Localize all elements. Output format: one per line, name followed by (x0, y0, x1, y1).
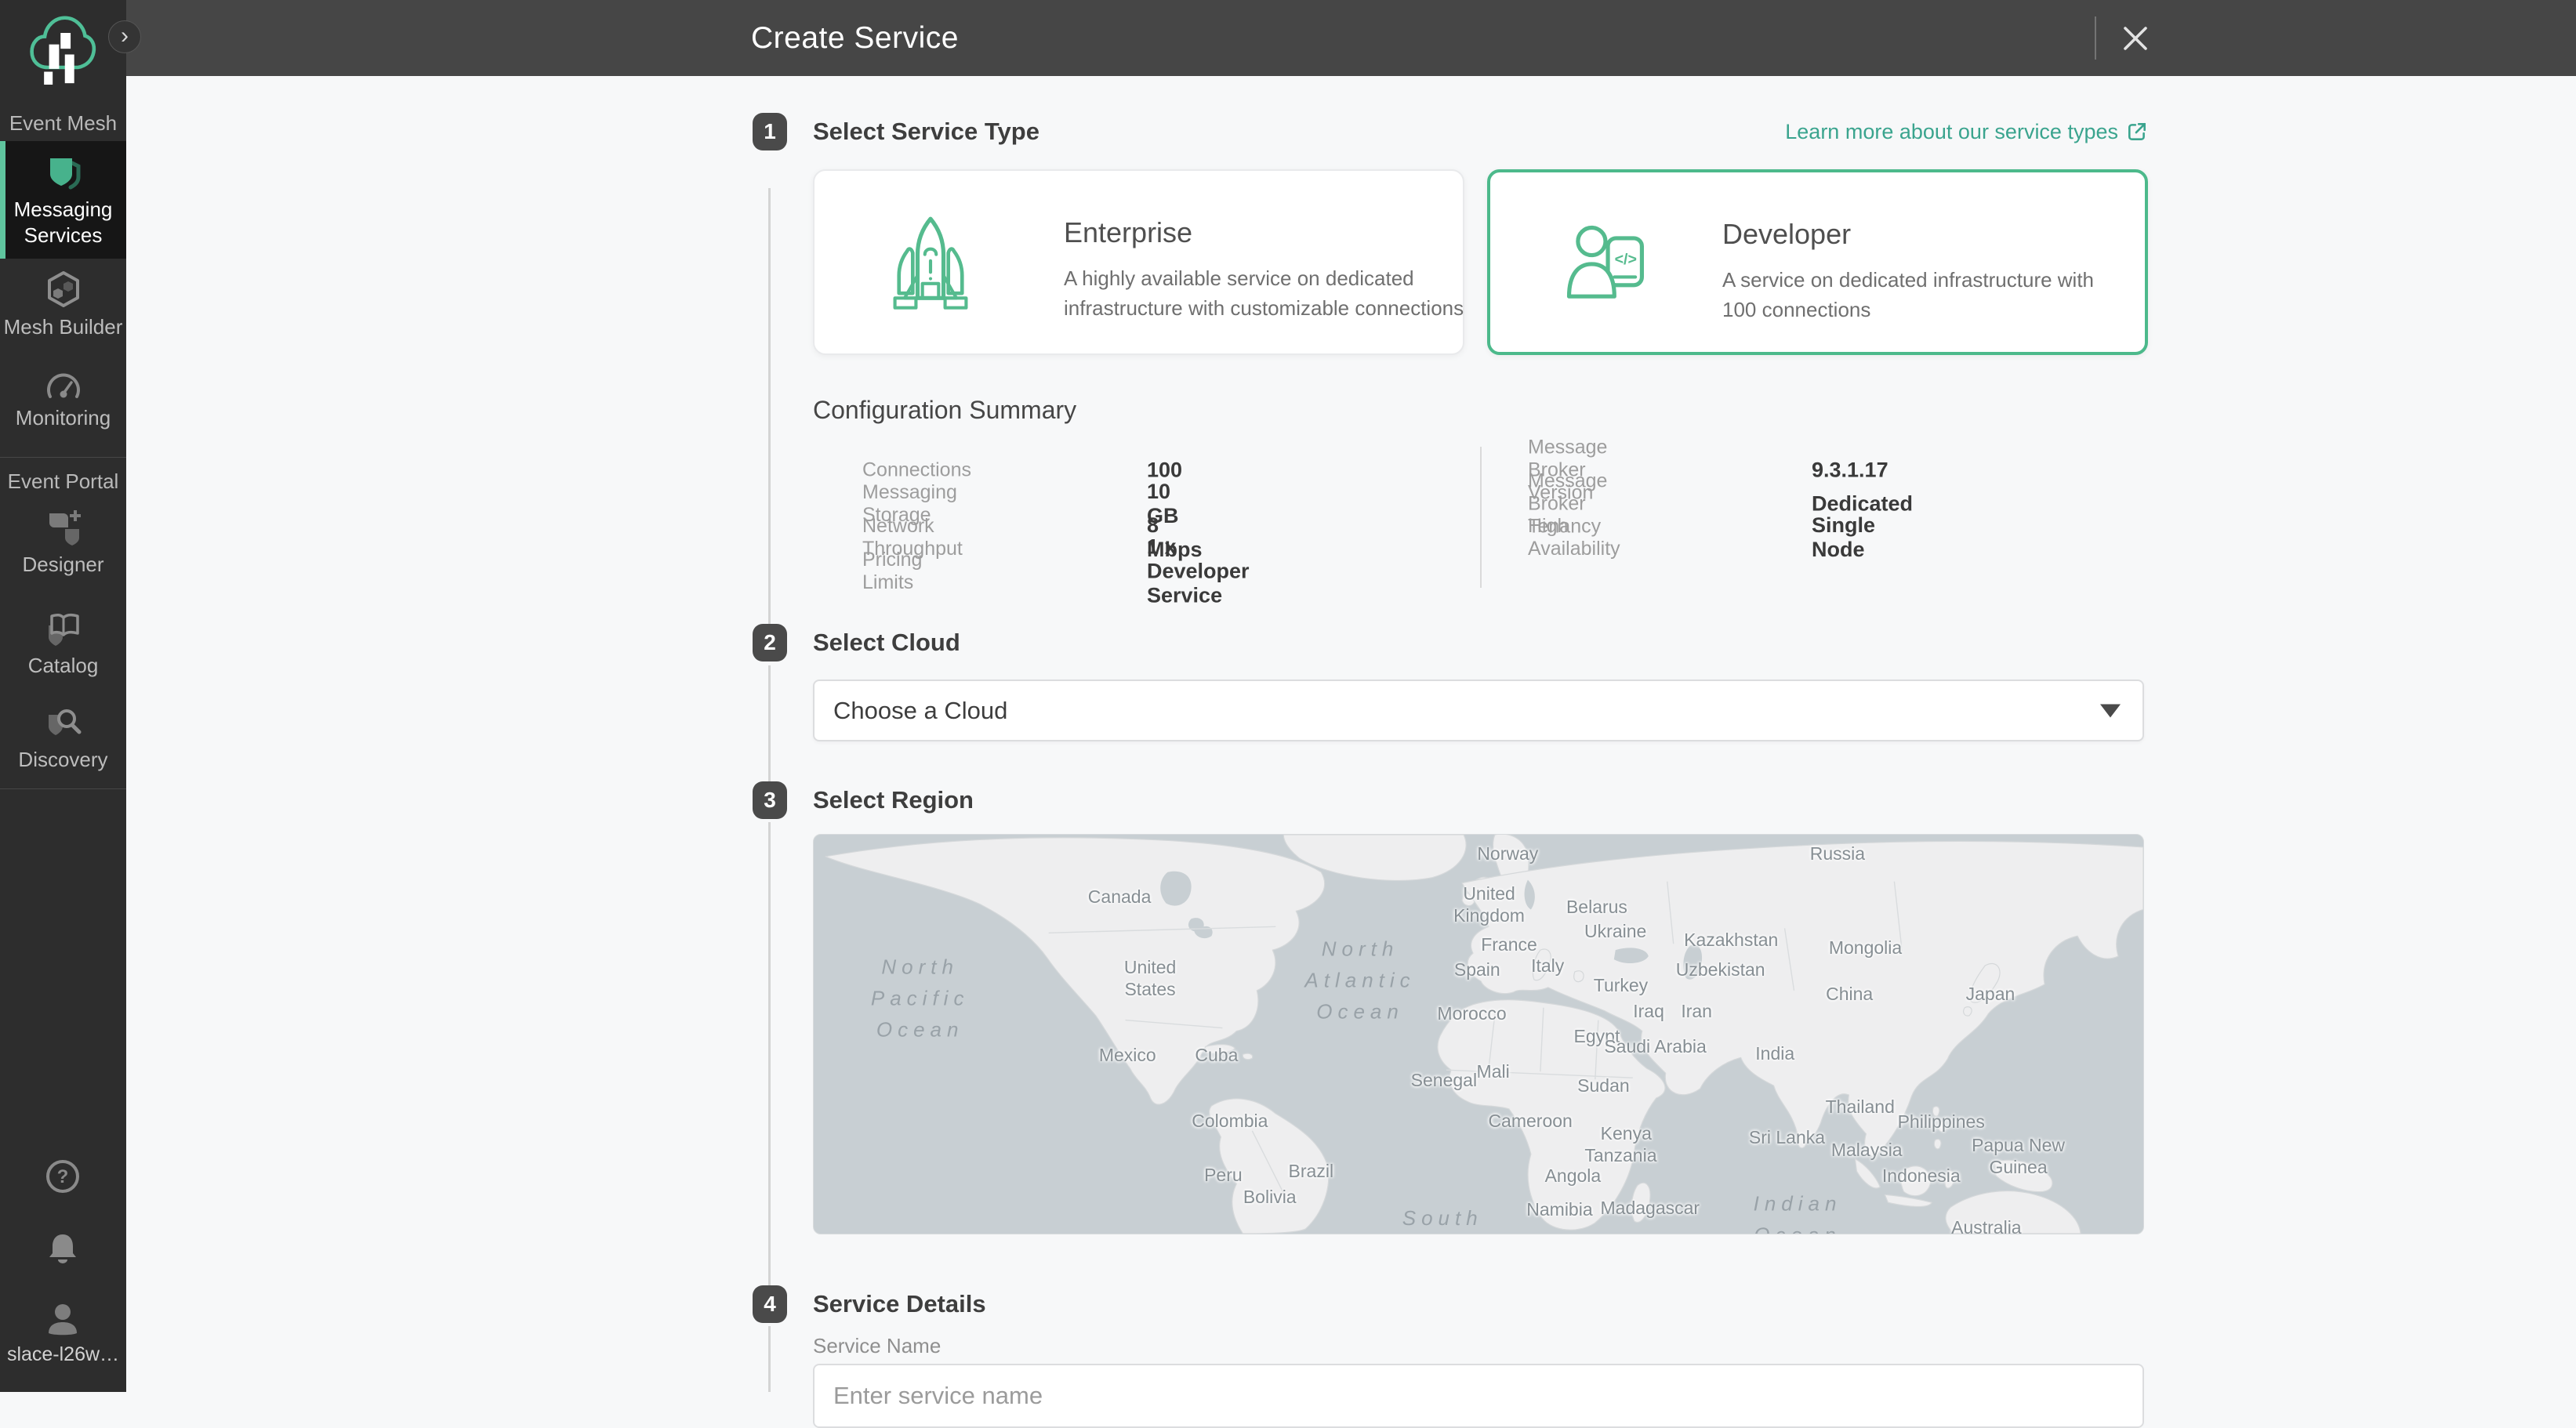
sidebar-section-event-portal: Event Portal (0, 469, 126, 494)
sidebar-item-label: Designer (0, 552, 126, 578)
help-button[interactable]: ? (44, 1158, 82, 1195)
sidebar-divider (0, 457, 126, 458)
account-button[interactable] (44, 1300, 82, 1338)
step-4-title: Service Details (813, 1285, 986, 1323)
messaging-services-shield-icon (44, 154, 83, 193)
sidebar-item-label: Mesh Builder (0, 314, 126, 340)
sidebar-item-designer[interactable]: Designer (0, 506, 126, 578)
learn-more-label: Learn more about our service types (1785, 120, 2118, 144)
card-title: Developer (1722, 218, 1851, 251)
user-avatar-icon (44, 1300, 82, 1338)
config-label: Pricing Limits (862, 549, 922, 594)
sidebar-item-label: Catalog (0, 653, 126, 679)
configuration-summary-divider (1480, 447, 1482, 588)
modal-header: Create Service (126, 0, 2576, 76)
configuration-summary-title: Configuration Summary (813, 396, 1076, 425)
monitoring-gauge-icon (44, 367, 83, 401)
developer-person-code-icon: </> (1558, 216, 1655, 316)
mesh-builder-hexagon-icon (44, 270, 83, 310)
config-value: Single Node (1812, 513, 1875, 562)
card-title: Enterprise (1064, 216, 1192, 249)
region-map[interactable]: CanadaNorwayRussiaUnited KingdomBelarusU… (813, 834, 2144, 1234)
solace-cloud-logo[interactable] (28, 14, 97, 86)
step-connector (768, 665, 771, 781)
config-value: 9.3.1.17 (1812, 458, 1888, 482)
step-connector (768, 1326, 771, 1392)
close-icon (2121, 24, 2150, 53)
notifications-button[interactable] (44, 1230, 82, 1267)
world-map (814, 835, 2143, 1234)
step-3-title: Select Region (813, 781, 974, 819)
step-3-badge: 3 (753, 781, 787, 819)
card-description: A service on dedicated infrastructure wi… (1722, 265, 2099, 325)
svg-text:?: ? (57, 1166, 69, 1187)
config-value: 100 (1147, 458, 1182, 482)
config-value: 1 x Developer Service (1147, 535, 1250, 607)
step-4-badge: 4 (753, 1285, 787, 1323)
step-connector (768, 188, 771, 624)
service-name-input[interactable] (813, 1364, 2144, 1428)
sidebar-item-label: Discovery (0, 747, 126, 773)
sidebar-item-mesh-builder[interactable]: Mesh Builder (0, 270, 126, 340)
discovery-icon (42, 704, 85, 743)
header-divider (2095, 16, 2096, 60)
sidebar-item-label: Monitoring (0, 405, 126, 431)
sidebar-item-catalog[interactable]: Catalog (0, 608, 126, 679)
external-link-icon (2126, 121, 2148, 143)
service-type-card-developer[interactable]: </> Developer A service on dedicated inf… (1487, 169, 2148, 355)
close-button[interactable] (2116, 19, 2155, 58)
help-icon: ? (44, 1158, 82, 1195)
designer-icon (43, 506, 84, 548)
step-connector (768, 822, 771, 1285)
sidebar-item-label: Messaging Services (0, 197, 126, 249)
service-type-card-enterprise[interactable]: Enterprise A highly available service on… (813, 169, 1464, 355)
step-1-badge: 1 (753, 113, 787, 150)
sidebar-expand-button[interactable]: › (108, 20, 141, 53)
cloud-dropdown[interactable]: Choose a Cloud (813, 680, 2144, 741)
cloud-dropdown-value: Choose a Cloud (833, 697, 1007, 725)
step-2-title: Select Cloud (813, 624, 960, 661)
service-name-label: Service Name (813, 1334, 941, 1358)
sidebar-item-discovery[interactable]: Discovery (0, 704, 126, 773)
sidebar-item-messaging-services[interactable]: Messaging Services (0, 141, 126, 259)
active-indicator (0, 141, 5, 259)
config-label: High Availability (1528, 515, 1620, 560)
sidebar-divider (0, 788, 126, 789)
enterprise-rocket-icon (882, 214, 979, 314)
page-title: Create Service (751, 0, 959, 76)
config-value: Dedicated (1812, 491, 1913, 516)
sidebar-section-event-mesh: Event Mesh (0, 111, 126, 136)
card-description: A highly available service on dedicated … (1064, 263, 1503, 324)
catalog-icon (42, 608, 85, 649)
account-username[interactable]: slace-l26w… (0, 1343, 126, 1366)
sidebar: › Event Mesh Messaging Services Mesh Bui… (0, 0, 126, 1392)
learn-more-link[interactable]: Learn more about our service types (1785, 113, 2148, 150)
step-2-badge: 2 (753, 624, 787, 661)
code-glyph: </> (1615, 251, 1637, 268)
step-1-title: Select Service Type (813, 113, 1039, 150)
chevron-down-icon (2100, 704, 2121, 717)
sidebar-item-monitoring[interactable]: Monitoring (0, 367, 126, 431)
bell-icon (44, 1230, 82, 1267)
config-label: Connections (862, 458, 971, 481)
